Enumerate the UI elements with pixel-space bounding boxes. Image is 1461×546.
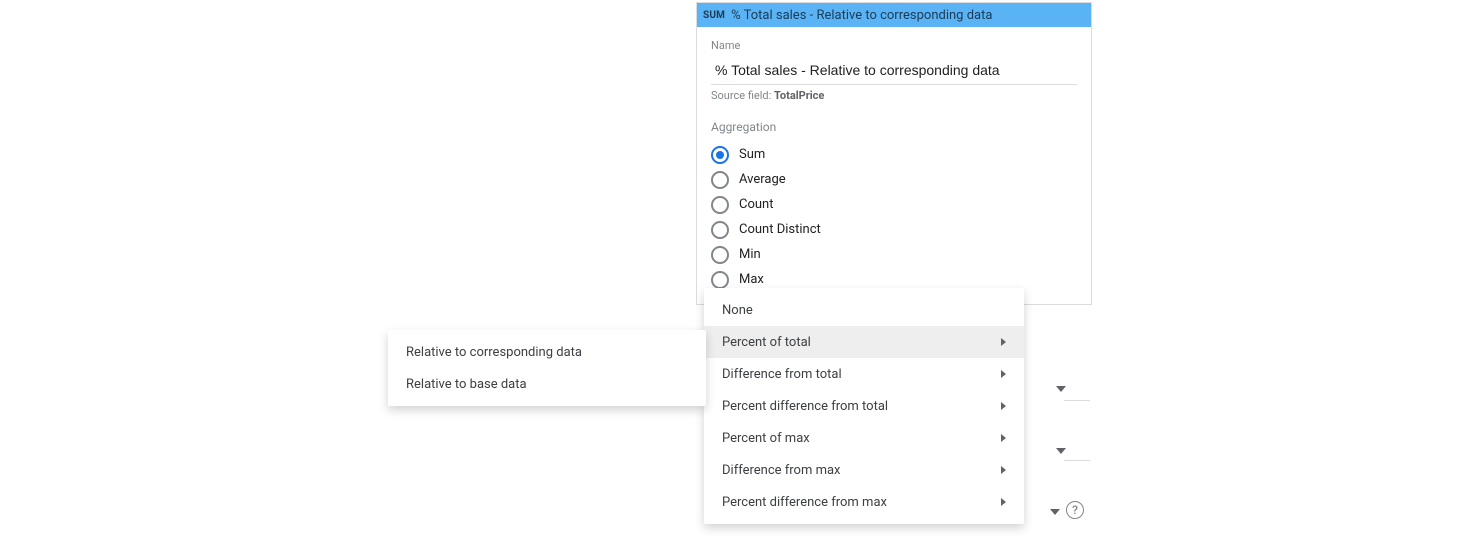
- help-icon[interactable]: ?: [1066, 501, 1084, 519]
- aggregation-option-average[interactable]: Average: [711, 167, 1077, 192]
- side-controls: ?: [1024, 290, 1094, 540]
- menu-item-label: Difference from max: [722, 463, 841, 478]
- comparison-option-percent-difference-from-max[interactable]: Percent difference from max: [704, 486, 1024, 518]
- chevron-right-icon: [1001, 434, 1006, 442]
- divider: [1064, 460, 1090, 461]
- aggregation-option-sum[interactable]: Sum: [711, 142, 1077, 167]
- chevron-right-icon: [1001, 338, 1006, 346]
- radio-label: Count: [739, 197, 773, 212]
- radio-icon: [711, 271, 729, 289]
- source-field-name: TotalPrice: [774, 89, 824, 102]
- name-input[interactable]: [711, 56, 1077, 85]
- dropdown-caret-icon[interactable]: [1056, 448, 1066, 454]
- radio-label: Min: [739, 247, 761, 262]
- dropdown-caret-icon[interactable]: [1050, 509, 1060, 515]
- radio-label: Count Distinct: [739, 222, 821, 237]
- aggregation-option-count[interactable]: Count: [711, 192, 1077, 217]
- name-label: Name: [711, 39, 1077, 52]
- radio-icon: [711, 246, 729, 264]
- dropdown-caret-icon[interactable]: [1056, 386, 1066, 392]
- menu-item-label: Percent difference from total: [722, 399, 888, 414]
- comparison-calc-menu: None Percent of total Difference from to…: [704, 288, 1024, 524]
- comparison-option-none[interactable]: None: [704, 294, 1024, 326]
- chevron-right-icon: [1001, 498, 1006, 506]
- comparison-option-difference-from-total[interactable]: Difference from total: [704, 358, 1024, 390]
- chevron-right-icon: [1001, 370, 1006, 378]
- comparison-option-percent-difference-from-total[interactable]: Percent difference from total: [704, 390, 1024, 422]
- panel-body: Name Source field: TotalPrice Aggregatio…: [697, 27, 1091, 304]
- menu-item-label: Percent of total: [722, 335, 811, 350]
- menu-item-label: Percent of max: [722, 431, 810, 446]
- divider: [1064, 400, 1090, 401]
- chevron-right-icon: [1001, 402, 1006, 410]
- radio-icon: [711, 146, 729, 164]
- aggregation-badge: SUM: [703, 10, 725, 21]
- aggregation-label: Aggregation: [711, 120, 1077, 134]
- radio-label: Average: [739, 172, 786, 187]
- comparison-option-percent-of-total[interactable]: Percent of total: [704, 326, 1024, 358]
- source-field-line: Source field: TotalPrice: [711, 89, 1077, 102]
- chevron-right-icon: [1001, 466, 1006, 474]
- comparison-option-difference-from-max[interactable]: Difference from max: [704, 454, 1024, 486]
- radio-icon: [711, 171, 729, 189]
- menu-item-label: Difference from total: [722, 367, 842, 382]
- radio-label: Max: [739, 272, 764, 287]
- radio-icon: [711, 196, 729, 214]
- field-config-panel: SUM % Total sales - Relative to correspo…: [696, 2, 1092, 305]
- panel-title: % Total sales - Relative to correspondin…: [731, 8, 992, 23]
- radio-icon: [711, 221, 729, 239]
- menu-item-label: Relative to corresponding data: [406, 345, 582, 360]
- relative-to-submenu: Relative to corresponding data Relative …: [388, 330, 706, 406]
- aggregation-option-min[interactable]: Min: [711, 242, 1077, 267]
- panel-header: SUM % Total sales - Relative to correspo…: [697, 3, 1091, 27]
- submenu-option-relative-base[interactable]: Relative to base data: [388, 368, 706, 400]
- radio-label: Sum: [739, 147, 765, 162]
- comparison-option-percent-of-max[interactable]: Percent of max: [704, 422, 1024, 454]
- aggregation-option-count-distinct[interactable]: Count Distinct: [711, 217, 1077, 242]
- menu-item-label: Relative to base data: [406, 377, 527, 392]
- submenu-option-relative-corresponding[interactable]: Relative to corresponding data: [388, 336, 706, 368]
- source-field-prefix: Source field:: [711, 89, 774, 102]
- menu-item-label: Percent difference from max: [722, 495, 887, 510]
- menu-item-label: None: [722, 303, 753, 318]
